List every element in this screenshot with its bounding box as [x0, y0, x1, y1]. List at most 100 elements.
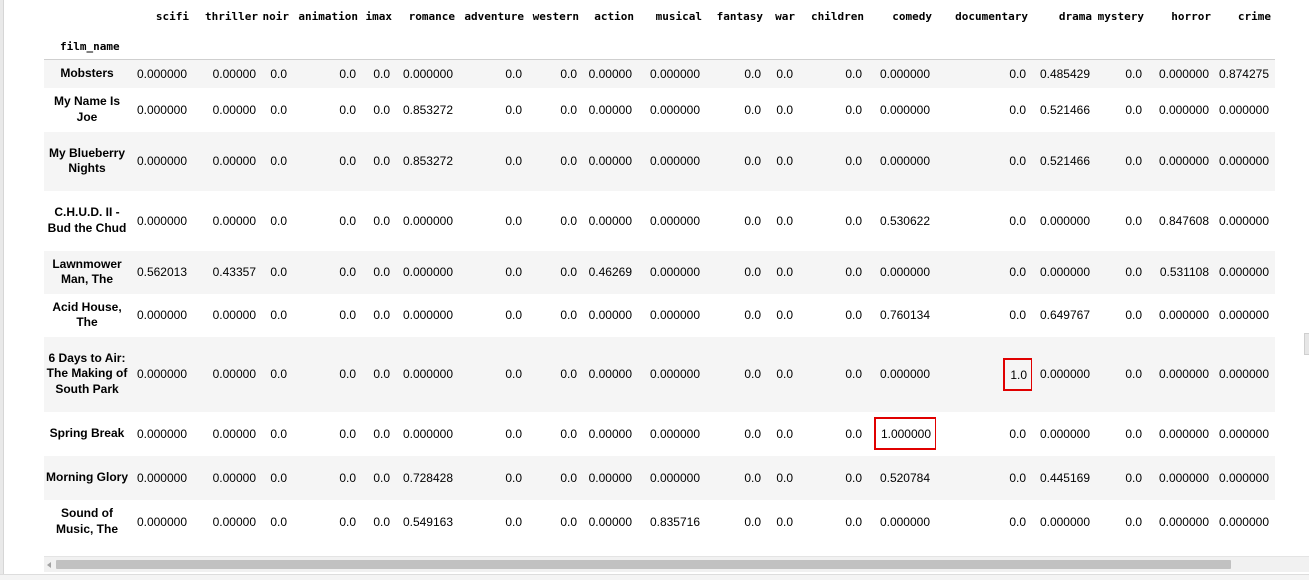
column-header-romance: romance: [408, 10, 455, 23]
table-cell-comedy: 1.000000: [868, 412, 936, 456]
table-cell-drama: 0.000000: [1039, 213, 1090, 228]
index-header-spacer: [1032, 33, 1096, 60]
index-header-row: film_name: [44, 33, 1275, 60]
index-header-spacer: [767, 33, 799, 60]
table-cell-comedy: 0.000000: [879, 265, 930, 279]
table-cell-war: 0.0: [776, 514, 793, 529]
table-cell-war: 0.0: [776, 102, 793, 117]
horizontal-scrollbar[interactable]: [44, 556, 1309, 572]
index-header-spacer: [130, 33, 193, 60]
column-header-scifi: scifi: [155, 10, 189, 23]
right-edge-tab: [1304, 333, 1309, 355]
table-cell-mystery: 0.0: [1125, 308, 1142, 322]
table-cell-documentary: 1.0: [936, 337, 1032, 412]
table-cell-horror: 0.000000: [1158, 426, 1209, 441]
table-cell-romance: 0.000000: [402, 426, 453, 441]
table-cell-scifi: 0.000000: [136, 470, 187, 485]
table-cell-musical: 0.000000: [649, 213, 700, 228]
table-cell-musical: 0.000000: [649, 102, 700, 117]
table-cell-war: 0.0: [776, 66, 793, 81]
table-cell-action: 0.00000: [588, 367, 632, 381]
table-cell-comedy: 0.000000: [879, 102, 930, 117]
row-index-label: 6 Days to Air: The Making of South Park: [46, 350, 128, 396]
table-cell-documentary: 0.0: [1009, 66, 1026, 81]
table-cell-horror: 0.847608: [1158, 213, 1209, 228]
table-cell-romance: 0.000000: [402, 265, 453, 279]
table-cell-children: 0.0: [845, 102, 862, 117]
table-cell-animation: 0.0: [339, 308, 356, 322]
table-cell-mystery: 0.0: [1125, 426, 1142, 441]
table-cell-children: 0.0: [845, 470, 862, 485]
table-cell-musical: 0.000000: [649, 265, 700, 279]
table-cell-western: 0.0: [560, 66, 577, 81]
table-cell-western: 0.0: [560, 265, 577, 279]
table-cell-thriller: 0.00000: [212, 308, 256, 322]
table-cell-imax: 0.0: [373, 154, 390, 168]
table-cell-animation: 0.0: [339, 102, 356, 117]
table-cell-crime: 0.000000: [1218, 367, 1269, 381]
table-cell-musical: 0.000000: [649, 66, 700, 81]
table-cell-comedy: 0.000000: [879, 66, 930, 81]
table-cell-drama: 0.000000: [1039, 426, 1090, 441]
table-cell-action: 0.00000: [588, 308, 632, 322]
table-cell-noir: 0.0: [270, 154, 287, 168]
index-header-spacer: [528, 33, 583, 60]
index-header-spacer: [1148, 33, 1215, 60]
table-cell-western: 0.0: [560, 102, 577, 117]
index-header-spacer: [638, 33, 706, 60]
column-header-war: war: [775, 10, 795, 23]
table-cell-action: 0.00000: [588, 514, 632, 529]
table-cell-crime: 0.000000: [1218, 102, 1269, 117]
table-cell-crime: 0.000000: [1218, 308, 1269, 322]
index-header-spacer: [583, 33, 638, 60]
index-header-spacer: [706, 33, 767, 60]
column-header-adventure: adventure: [464, 10, 524, 23]
table-cell-scifi: 0.000000: [136, 213, 187, 228]
table-cell-animation: 0.0: [339, 66, 356, 81]
table-cell-fantasy: 0.0: [744, 470, 761, 485]
table-cell-comedy: 0.530622: [879, 213, 930, 228]
table-cell-western: 0.0: [560, 308, 577, 322]
column-header-mystery: mystery: [1097, 10, 1144, 23]
table-cell-romance: 0.000000: [402, 213, 453, 228]
table-cell-drama: 0.521466: [1039, 154, 1090, 168]
column-header-crime: crime: [1237, 10, 1271, 23]
table-body: Mobsters 0.000000 0.00000 0.0 0.0 0.0 0.000000…: [44, 59, 1275, 544]
column-header-horror: horror: [1171, 10, 1211, 23]
notebook-bottom-border: [0, 574, 1309, 580]
table-row: 6 Days to Air: The Making of South Park 0…: [44, 336, 1275, 412]
table-cell-western: 0.0: [560, 213, 577, 228]
table-cell-comedy: 0.000000: [879, 154, 930, 168]
column-header-western: western: [532, 10, 579, 23]
table-cell-musical: 0.000000: [649, 154, 700, 168]
column-header-imax: imax: [365, 10, 393, 23]
row-index-label: Mobsters: [60, 66, 114, 80]
scroll-left-arrow-icon[interactable]: [44, 557, 54, 572]
index-header-spacer: [362, 33, 396, 60]
column-header-noir: noir: [262, 10, 290, 23]
table-cell-action: 0.00000: [588, 66, 632, 81]
table-cell-fantasy: 0.0: [744, 213, 761, 228]
table-cell-comedy: 0.000000: [879, 367, 930, 381]
table-cell-imax: 0.0: [373, 367, 390, 381]
table-cell-war: 0.0: [776, 367, 793, 381]
highlighted-cell-value: 1.0: [1003, 357, 1032, 391]
column-header-comedy: comedy: [892, 10, 932, 23]
table-cell-romance: 0.728428: [402, 470, 453, 485]
horizontal-scrollbar-thumb[interactable]: [56, 560, 1231, 569]
table-row: My Name Is Joe 0.000000 0.00000 0.0 0.0 0.0 0.…: [44, 87, 1275, 132]
table-cell-drama: 0.485429: [1039, 66, 1090, 81]
table-cell-imax: 0.0: [373, 308, 390, 322]
table-cell-crime: 0.874275: [1218, 66, 1269, 81]
table-cell-romance: 0.000000: [402, 308, 453, 322]
table-cell-crime: 0.000000: [1218, 265, 1269, 279]
table-cell-adventure: 0.0: [505, 213, 522, 228]
table-cell-adventure: 0.0: [505, 470, 522, 485]
table-cell-animation: 0.0: [339, 154, 356, 168]
table-cell-action: 0.00000: [588, 213, 632, 228]
table-cell-horror: 0.000000: [1158, 470, 1209, 485]
table-cell-mystery: 0.0: [1125, 514, 1142, 529]
table-row: My Blueberry Nights 0.000000 0.00000 0.0 0.0…: [44, 131, 1275, 191]
row-index-label: Spring Break: [49, 425, 125, 440]
column-header-fantasy: fantasy: [716, 10, 763, 23]
